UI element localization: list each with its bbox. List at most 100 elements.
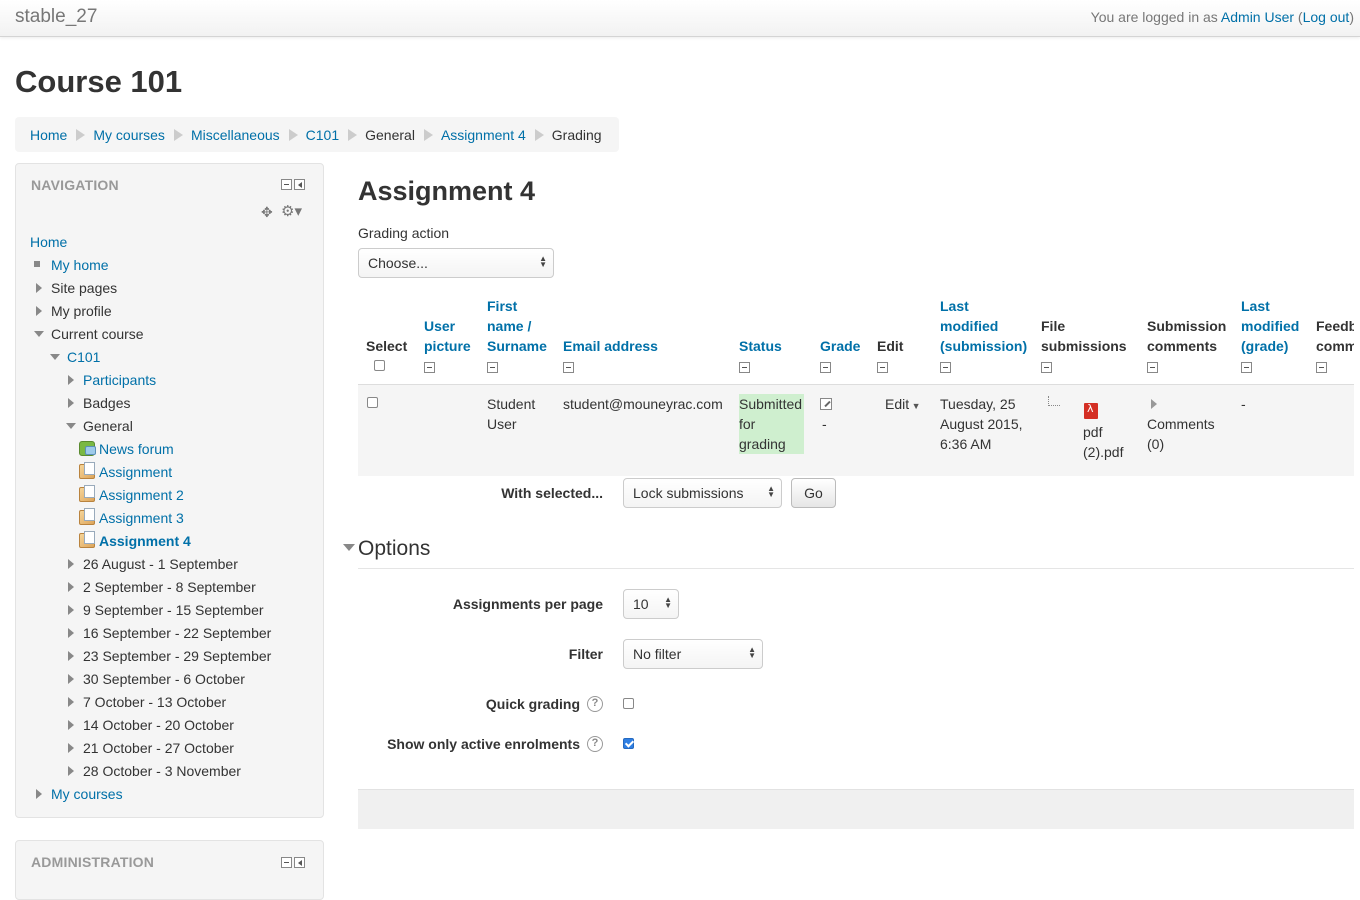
nav-item-week[interactable]: 23 September - 29 September — [68, 646, 308, 666]
nav-item-week[interactable]: 2 September - 8 September — [68, 577, 308, 597]
comments-link[interactable]: Comments (0) — [1147, 414, 1215, 454]
hide-column-icon[interactable] — [1041, 362, 1052, 373]
header-email[interactable]: Email address — [563, 336, 658, 356]
user-name-link[interactable]: Admin User — [1221, 9, 1294, 25]
nav-item-week[interactable]: 16 September - 22 September — [68, 623, 308, 643]
nav-item-week[interactable]: 26 August - 1 September — [68, 554, 308, 574]
nav-item-my-profile[interactable]: My profile — [34, 301, 234, 321]
expand-icon — [36, 306, 42, 316]
move-icon[interactable]: ✥ — [261, 204, 273, 221]
hide-column-icon[interactable] — [820, 362, 831, 373]
hide-column-icon[interactable] — [1147, 362, 1158, 373]
assignment-icon — [79, 508, 95, 525]
nav-item-my-home[interactable]: My home — [34, 255, 234, 275]
show-active-enrolments-checkbox[interactable] — [623, 738, 634, 749]
header-name[interactable]: First name / Surname — [487, 296, 547, 356]
grade-edit-icon[interactable] — [820, 398, 832, 410]
header-line: User — [424, 318, 456, 334]
assignments-per-page-select[interactable]: 10 ▲ ▼ — [623, 589, 679, 619]
dock-block-icon[interactable] — [294, 179, 305, 190]
header-last-modified-submission[interactable]: Last modified (submission) — [940, 296, 1027, 356]
forum-icon — [79, 441, 96, 456]
hide-column-icon[interactable] — [487, 362, 498, 373]
nav-item-assignment[interactable]: Assignment — [79, 462, 279, 482]
nav-item-label: My home — [51, 257, 109, 273]
nav-item-label: 30 September - 6 October — [83, 671, 245, 687]
help-icon[interactable]: ? — [587, 736, 603, 752]
hide-column-icon[interactable] — [877, 362, 888, 373]
breadcrumb-c101[interactable]: C101 — [306, 127, 339, 143]
header-last-modified-grade[interactable]: Last modified (grade) — [1241, 296, 1299, 356]
options-heading[interactable]: Options — [358, 537, 430, 561]
expand-icon — [68, 766, 74, 776]
nav-item-label: Assignment — [99, 464, 173, 480]
site-name-link[interactable]: stable_27 — [15, 6, 97, 28]
hide-column-icon[interactable] — [940, 362, 951, 373]
gear-icon[interactable]: ⚙▾ — [281, 202, 302, 220]
breadcrumb-miscellaneous[interactable]: Miscellaneous — [191, 127, 280, 143]
collapse-icon — [34, 331, 44, 337]
breadcrumb-my-courses[interactable]: My courses — [93, 127, 165, 143]
select-arrows-icon: ▲ ▼ — [767, 484, 775, 499]
nav-item-label: 14 October - 20 October — [83, 717, 234, 733]
nav-item-week[interactable]: 9 September - 15 September — [68, 600, 308, 620]
nav-item-badges[interactable]: Badges — [68, 393, 268, 413]
comments-expand-icon[interactable] — [1151, 399, 1157, 409]
nav-item-week[interactable]: 7 October - 13 October — [68, 692, 308, 712]
collapse-block-icon[interactable] — [281, 179, 292, 190]
row-select-checkbox[interactable] — [367, 397, 378, 408]
nav-item-news-forum[interactable]: News forum — [79, 439, 279, 459]
nav-item-c101[interactable]: C101 — [50, 347, 250, 367]
go-button[interactable]: Go — [791, 478, 836, 508]
header-line: Surname — [487, 338, 547, 354]
edit-menu[interactable]: Edit ▼ — [885, 394, 921, 416]
hide-column-icon[interactable] — [1241, 362, 1252, 373]
header-status[interactable]: Status — [739, 336, 782, 356]
breadcrumb-assignment-4[interactable]: Assignment 4 — [441, 127, 526, 143]
options-collapse-icon[interactable] — [343, 544, 355, 551]
filter-select[interactable]: No filter ▲ ▼ — [623, 639, 763, 669]
hide-column-icon[interactable] — [563, 362, 574, 373]
filter-value: No filter — [633, 646, 682, 662]
bulk-action-select[interactable]: Lock submissions ▲ ▼ — [623, 478, 782, 508]
student-name-link[interactable]: Student User — [487, 394, 535, 434]
nav-item-week[interactable]: 14 October - 20 October — [68, 715, 308, 735]
select-all-checkbox[interactable] — [374, 360, 385, 371]
hide-column-icon[interactable] — [1316, 362, 1327, 373]
help-icon[interactable]: ? — [587, 696, 603, 712]
logout-link[interactable]: Log out — [1303, 9, 1350, 25]
collapse-block-icon[interactable] — [281, 857, 292, 868]
breadcrumb-home[interactable]: Home — [30, 127, 67, 143]
pdf-file-link[interactable]: pdf (2).pdf — [1083, 422, 1123, 462]
nav-item-week[interactable]: 28 October - 3 November — [68, 761, 308, 781]
course-title: Course 101 — [15, 64, 183, 99]
logout-close-paren: ) — [1349, 9, 1354, 25]
nav-item-my-courses[interactable]: My courses — [34, 784, 234, 804]
breadcrumb-separator-icon — [173, 128, 183, 141]
hide-column-icon[interactable] — [424, 362, 435, 373]
nav-item-week[interactable]: 30 September - 6 October — [68, 669, 308, 689]
nav-item-assignment-3[interactable]: Assignment 3 — [79, 508, 279, 528]
hide-column-icon[interactable] — [739, 362, 750, 373]
nav-item-label: My courses — [51, 786, 123, 802]
filter-label: Filter — [568, 646, 603, 662]
nav-home[interactable]: Home — [30, 232, 67, 252]
status-line: for — [739, 416, 756, 432]
administration-block: ADMINISTRATION — [15, 840, 324, 900]
expand-icon — [68, 628, 74, 638]
dock-block-icon[interactable] — [294, 857, 305, 868]
bulk-action-value: Lock submissions — [633, 485, 744, 501]
header-grade[interactable]: Grade — [820, 336, 860, 356]
nav-item-general[interactable]: General — [66, 416, 266, 436]
quick-grading-checkbox[interactable] — [623, 698, 634, 709]
nav-item-site-pages[interactable]: Site pages — [34, 278, 234, 298]
nav-item-assignment-4[interactable]: Assignment 4 — [79, 531, 279, 551]
nav-item-current-course[interactable]: Current course — [34, 324, 234, 344]
nav-item-assignment-2[interactable]: Assignment 2 — [79, 485, 279, 505]
grading-action-select[interactable]: Choose... ▲ ▼ — [358, 248, 554, 278]
nav-item-participants[interactable]: Participants — [68, 370, 268, 390]
header-user-picture[interactable]: User picture — [424, 316, 471, 356]
breadcrumb-general: General — [365, 126, 415, 143]
nav-item-week[interactable]: 21 October - 27 October — [68, 738, 308, 758]
grading-table: Select User picture First name / Surname… — [358, 290, 1354, 476]
